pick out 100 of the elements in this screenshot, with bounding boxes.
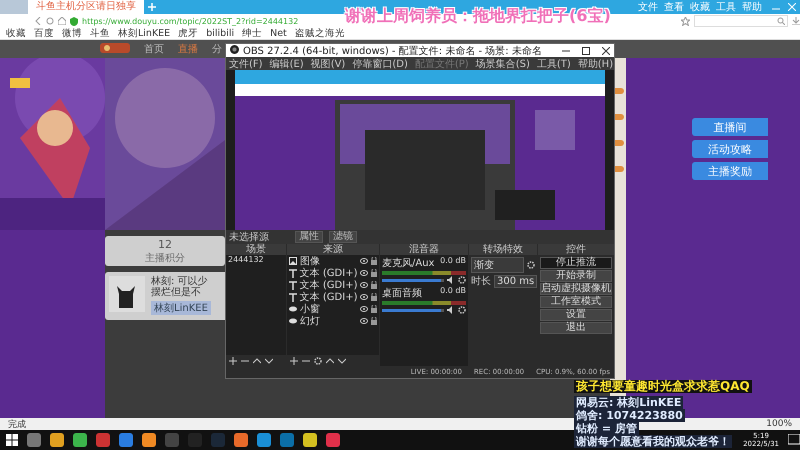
app-icon[interactable] <box>142 433 156 447</box>
start-icon[interactable] <box>6 434 18 446</box>
bookmark-link[interactable]: 斗鱼 <box>90 27 110 40</box>
toolbar-button[interactable]: 滤镜 <box>329 231 357 243</box>
side-button[interactable]: 活动攻略 <box>692 140 768 158</box>
control-button[interactable]: 退出 <box>540 322 612 334</box>
overlay-caption: 孩子想要童趣时光盒求求惹QAQ <box>574 380 752 393</box>
volume-slider[interactable] <box>382 278 444 282</box>
volume-slider[interactable] <box>382 308 444 312</box>
browser-tab[interactable]: 斗鱼主机分区请日独享 <box>28 0 144 14</box>
duration-field[interactable]: 300 ms <box>494 274 537 288</box>
add-icon[interactable] <box>229 356 237 364</box>
settings-icon[interactable] <box>314 356 322 364</box>
dock-title: 混音器 <box>380 244 468 255</box>
eye-icon[interactable] <box>360 306 368 312</box>
dock-title: 控件 <box>538 244 614 255</box>
lock-icon[interactable] <box>371 269 377 277</box>
scene-item[interactable]: 2444132 <box>226 255 286 264</box>
source-item[interactable]: 文本 (GDI+) <box>300 266 358 280</box>
eye-icon[interactable] <box>360 270 368 276</box>
close-icon[interactable] <box>602 46 610 54</box>
add-icon[interactable] <box>290 356 298 364</box>
new-tab-icon[interactable] <box>148 3 156 11</box>
maximize-icon[interactable] <box>582 46 590 54</box>
control-button[interactable]: 停止推流 <box>540 257 612 269</box>
down-icon[interactable] <box>265 356 273 364</box>
control-button[interactable]: 设置 <box>540 309 612 321</box>
up-icon[interactable] <box>253 356 261 364</box>
eye-icon[interactable] <box>360 318 368 324</box>
control-button[interactable]: 启动虚拟摄像机 <box>540 283 612 295</box>
overlay-caption: 谢谢每个愿意看我的观众老爷！ <box>574 435 732 448</box>
bookmark-link[interactable]: Net <box>270 28 287 39</box>
dock-title: 场景 <box>226 244 286 255</box>
lock-icon[interactable] <box>371 281 377 289</box>
app-icon[interactable] <box>257 433 271 447</box>
back-icon[interactable] <box>34 17 42 25</box>
lock-icon[interactable] <box>371 257 377 265</box>
control-button[interactable]: 工作室模式 <box>540 296 612 308</box>
transition-dropdown[interactable]: 渐变 <box>471 257 524 273</box>
bookmark-link[interactable]: 虎牙 <box>178 27 198 40</box>
app-icon[interactable] <box>27 433 41 447</box>
source-item[interactable]: 文本 (GDI+) <box>300 278 358 292</box>
menu-item[interactable]: 停靠窗口(D) <box>352 56 408 70</box>
settings-icon[interactable] <box>458 276 466 284</box>
search-field[interactable] <box>694 15 788 27</box>
app-icon[interactable] <box>50 433 64 447</box>
bookmark-link[interactable]: bilibili <box>206 28 234 39</box>
settings-icon[interactable] <box>458 306 466 314</box>
overlay-caption: 鸽舍: 1074223880 <box>574 409 685 422</box>
source-item[interactable]: 小窗 <box>300 302 357 316</box>
page-thumbnail <box>0 0 28 14</box>
eye-icon[interactable] <box>360 282 368 288</box>
side-button[interactable]: 主播奖励 <box>692 162 768 180</box>
app-icon[interactable] <box>73 433 87 447</box>
channel-name: 麦克风/Aux <box>382 256 434 270</box>
toolbar-button[interactable]: 属性 <box>295 231 323 243</box>
menu-item[interactable]: 帮助(H) <box>578 56 614 70</box>
bookmark-link[interactable]: 百度 <box>34 27 54 40</box>
source-item[interactable]: 图像 <box>300 255 357 268</box>
app-icon[interactable] <box>326 433 340 447</box>
star-icon[interactable] <box>681 16 690 26</box>
control-button[interactable]: 开始录制 <box>540 270 612 282</box>
bookmark-link[interactable]: 收藏 <box>6 27 26 40</box>
lock-icon[interactable] <box>371 317 377 325</box>
settings-icon[interactable] <box>527 261 535 269</box>
eye-icon[interactable] <box>360 294 368 300</box>
bookmark-link[interactable]: 绅士 <box>242 27 262 40</box>
bookmark-link[interactable]: 林刻LinKEE <box>118 27 170 40</box>
text-icon <box>289 292 297 302</box>
zoom-level[interactable]: 100% <box>766 419 792 429</box>
refresh-icon[interactable] <box>46 17 54 25</box>
bookmark-link[interactable]: 盗贼之海光 <box>294 27 345 40</box>
app-icon[interactable] <box>303 433 317 447</box>
side-button[interactable]: 直播间 <box>692 118 768 136</box>
menu-item[interactable]: 场景集合(S) <box>476 56 530 70</box>
menu-item[interactable]: 文件(F) <box>229 56 263 70</box>
app-icon[interactable] <box>119 433 133 447</box>
menu-item[interactable]: 编辑(E) <box>270 56 304 70</box>
source-item[interactable]: 文本 (GDI+) <box>300 290 358 304</box>
eye-icon[interactable] <box>360 258 368 264</box>
nav-tab[interactable]: 分 <box>212 42 222 56</box>
channel-name: 桌面音频 <box>382 286 422 300</box>
lock-icon[interactable] <box>371 305 377 313</box>
down-icon[interactable] <box>338 356 346 364</box>
channel-reading: 0.0 dB <box>440 256 466 267</box>
bookmark-link[interactable]: 微博 <box>62 27 82 40</box>
shield-icon <box>70 16 78 26</box>
lock-icon[interactable] <box>371 293 377 301</box>
menu-item[interactable]: 视图(V) <box>310 56 346 70</box>
nav-tab[interactable]: 首页 <box>144 42 164 56</box>
channel-reading: 0.0 dB <box>440 286 466 297</box>
home-icon[interactable] <box>58 17 66 25</box>
app-icon[interactable] <box>234 433 248 447</box>
source-item[interactable]: 幻灯 <box>300 314 357 328</box>
download-icon[interactable] <box>792 17 800 25</box>
search-icon[interactable] <box>777 17 785 25</box>
field-label: 时长 <box>471 274 491 288</box>
menu-item[interactable]: 工具(T) <box>536 56 571 70</box>
up-icon[interactable] <box>326 356 334 364</box>
streamer-tag[interactable]: 林刻LinKEE <box>151 301 211 315</box>
